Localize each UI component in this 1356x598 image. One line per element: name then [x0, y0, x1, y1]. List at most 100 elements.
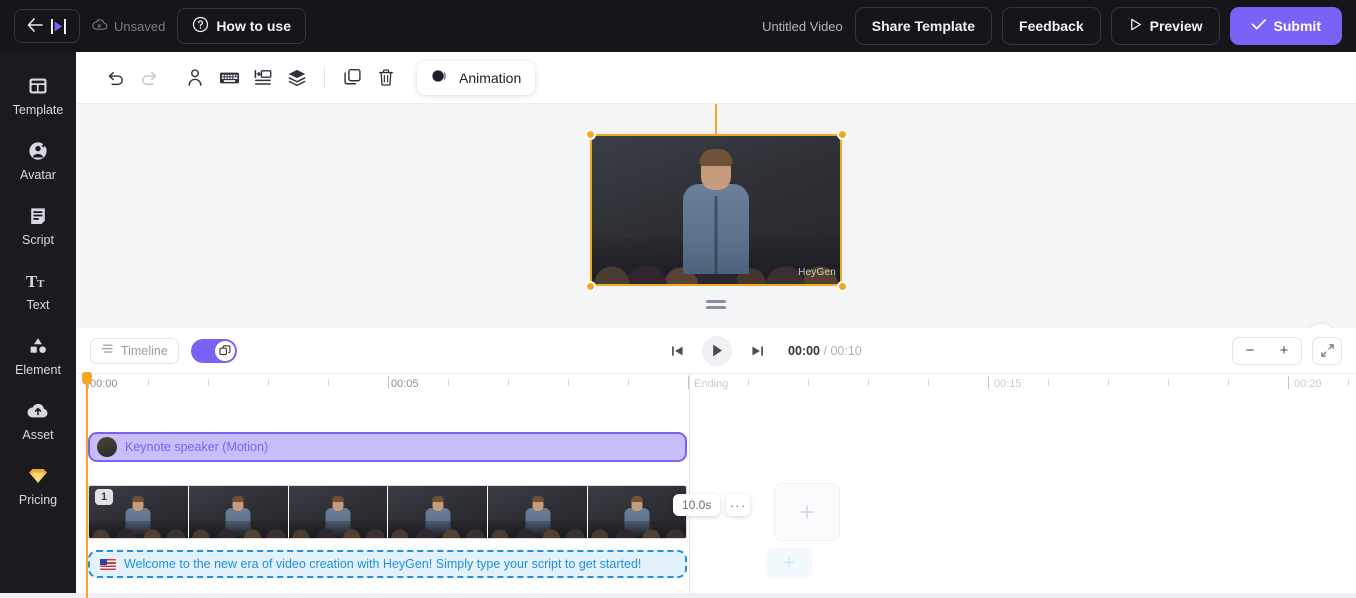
video-stage[interactable]: HeyGen — [76, 104, 1356, 356]
resize-handle-top-right[interactable] — [837, 129, 848, 140]
video-preview-frame[interactable]: HeyGen — [590, 134, 842, 286]
play-button[interactable] — [702, 335, 732, 366]
zoom-out-button[interactable]: − — [1246, 343, 1255, 358]
resize-grip[interactable] — [706, 300, 726, 309]
sidebar-item-avatar[interactable]: Avatar — [0, 139, 76, 182]
video-thumbnail — [388, 486, 489, 538]
element-icon — [27, 334, 49, 358]
avatar-track-clip[interactable]: Keynote speaker (Motion) — [88, 432, 687, 462]
text-icon: TT — [26, 269, 50, 293]
ruler-minor-tick — [1228, 379, 1229, 386]
ruler-minor-tick — [748, 379, 749, 386]
sidebar-item-script[interactable]: Script — [0, 204, 76, 247]
avatar-tool-button[interactable] — [178, 62, 212, 94]
header-right-group: Untitled Video Share Template Feedback P… — [762, 7, 1356, 45]
script-track-clip[interactable]: Welcome to the new era of video creation… — [88, 550, 687, 578]
undo-button[interactable] — [98, 62, 132, 94]
share-template-button[interactable]: Share Template — [854, 7, 993, 45]
ruler-minor-tick — [1348, 379, 1349, 386]
more-options-icon[interactable]: ··· — [726, 494, 750, 516]
sidebar-label-element: Element — [15, 363, 61, 377]
left-sidebar: Template Avatar Script TT Text Element A… — [0, 52, 76, 598]
ruler-minor-tick — [268, 379, 269, 386]
delete-button[interactable] — [369, 62, 403, 94]
ruler-label: Ending — [694, 378, 729, 390]
sidebar-item-element[interactable]: Element — [0, 334, 76, 377]
ruler-label: 00:00 — [90, 378, 118, 390]
skip-back-icon[interactable] — [666, 340, 688, 362]
avatar-icon — [27, 139, 49, 163]
ruler-major-tick — [388, 376, 389, 389]
script-track-text: Welcome to the new era of video creation… — [124, 557, 642, 571]
ruler-label: 00:15 — [994, 378, 1022, 390]
timeline-panel[interactable]: 00:00 00:05 Ending 00:15 00:20 Keynote speak… — [76, 372, 1356, 598]
submit-label: Submit — [1273, 18, 1321, 34]
ruler-minor-tick — [628, 379, 629, 386]
ruler-minor-tick — [328, 379, 329, 386]
ruler-minor-tick — [148, 379, 149, 386]
editor-toolbar: Animation — [76, 52, 1356, 104]
cloud-off-icon — [92, 18, 108, 34]
layers-tool-button[interactable] — [280, 62, 314, 94]
sidebar-item-template[interactable]: Template — [0, 74, 76, 117]
clip-number-badge: 1 — [95, 489, 113, 505]
resize-handle-bottom-left[interactable] — [585, 281, 596, 292]
skip-forward-icon[interactable] — [746, 340, 768, 362]
template-icon — [27, 74, 49, 98]
ruler-minor-tick — [1168, 379, 1169, 386]
zoom-in-button[interactable]: + — [1280, 343, 1289, 358]
timeline-ruler[interactable]: 00:00 00:05 Ending 00:15 00:20 — [76, 374, 1356, 398]
timeline-label: Timeline — [121, 343, 168, 358]
resize-handle-bottom-right[interactable] — [837, 281, 848, 292]
ruler-minor-tick — [208, 379, 209, 386]
ruler-minor-tick — [448, 379, 449, 386]
ruler-major-tick — [988, 376, 989, 389]
layers-toggle-icon — [214, 340, 235, 361]
avatar-track-label: Keynote speaker (Motion) — [125, 440, 269, 454]
video-thumbnail — [587, 486, 686, 538]
preview-button[interactable]: Preview — [1110, 7, 1220, 45]
diamond-icon — [26, 464, 50, 488]
how-to-use-button[interactable]: How to use — [177, 8, 306, 44]
fit-screen-icon[interactable] — [1312, 336, 1342, 365]
sidebar-item-pricing[interactable]: Pricing — [0, 464, 76, 507]
redo-button[interactable] — [132, 62, 166, 94]
heygen-logo-icon — [50, 18, 67, 35]
video-track-clip[interactable] — [88, 485, 687, 539]
add-video-clip-button[interactable]: + — [774, 483, 840, 541]
us-flag-icon — [100, 558, 116, 570]
sidebar-item-text[interactable]: TT Text — [0, 269, 76, 312]
keyboard-tool-button[interactable] — [212, 62, 246, 94]
header-left-group: Unsaved How to use — [0, 8, 306, 44]
check-icon — [1251, 18, 1267, 34]
time-separator: / — [823, 343, 827, 358]
unsaved-label: Unsaved — [114, 18, 166, 34]
feedback-button[interactable]: Feedback — [1002, 7, 1101, 45]
submit-button[interactable]: Submit — [1229, 7, 1342, 45]
back-and-logo-button[interactable] — [14, 9, 80, 43]
svg-text:T: T — [37, 278, 45, 290]
project-title[interactable]: Untitled Video — [762, 19, 843, 34]
timeline-playhead[interactable] — [82, 372, 92, 598]
timeline-toggle-button[interactable]: Timeline — [90, 337, 179, 364]
ruler-label: 00:20 — [1294, 378, 1322, 390]
total-time: 00:10 — [830, 343, 862, 358]
video-thumbnail — [188, 486, 289, 538]
duplicate-button[interactable] — [335, 62, 369, 94]
back-arrow-icon[interactable] — [27, 17, 43, 35]
sidebar-label-template: Template — [12, 103, 64, 117]
animation-icon — [431, 69, 451, 86]
ruler-minor-tick — [568, 379, 569, 386]
animation-button[interactable]: Animation — [417, 60, 536, 95]
resize-handle-top-left[interactable] — [585, 129, 596, 140]
how-to-use-label: How to use — [216, 18, 291, 34]
question-circle-icon — [192, 16, 209, 36]
sidebar-label-asset: Asset — [22, 428, 54, 442]
align-tool-button[interactable] — [246, 62, 280, 94]
sidebar-item-asset[interactable]: Asset — [0, 399, 76, 442]
ruler-minor-tick — [1048, 379, 1049, 386]
add-script-clip-button[interactable]: + — [766, 548, 812, 578]
timeline-zoom-controls: − + — [1232, 336, 1342, 365]
layers-toggle-switch[interactable] — [190, 338, 237, 363]
sidebar-label-avatar: Avatar — [20, 168, 56, 182]
